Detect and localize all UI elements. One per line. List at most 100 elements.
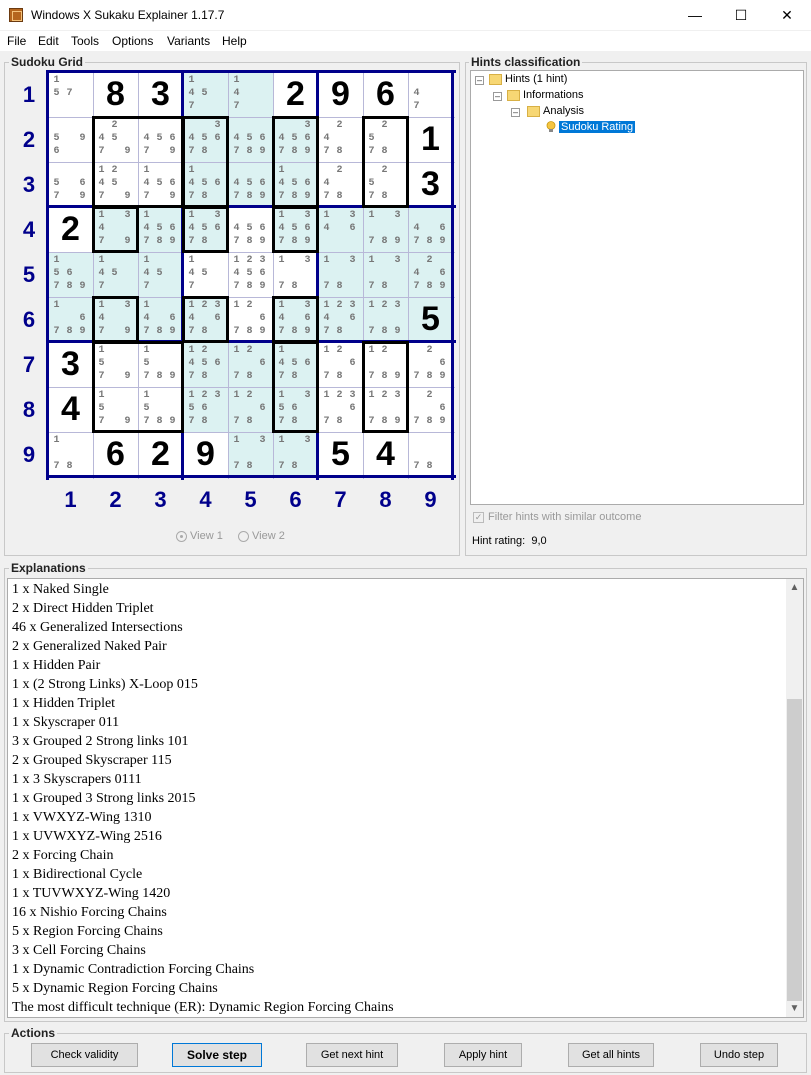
grid-cell[interactable]: 2 bbox=[138, 432, 183, 477]
grid-cell[interactable]: 126 78 bbox=[228, 342, 273, 387]
grid-cell[interactable]: 3 bbox=[408, 162, 453, 207]
grid-cell[interactable]: 24 78 bbox=[318, 117, 363, 162]
menu-options[interactable]: Options bbox=[112, 34, 153, 48]
grid-cell[interactable]: 1 3 78 bbox=[273, 432, 318, 477]
grid-cell[interactable]: 1 56789 bbox=[48, 252, 93, 297]
candidate-digit: 8 bbox=[246, 416, 253, 427]
sudoku-grid[interactable]: 1578314571472964759624579456793456784567… bbox=[46, 70, 456, 480]
grid-cell[interactable]: 12456 78 bbox=[183, 342, 228, 387]
maximize-icon[interactable]: ☐ bbox=[718, 0, 764, 30]
menu-help[interactable]: Help bbox=[222, 34, 247, 48]
candidate-digit: 1 bbox=[233, 255, 240, 266]
grid-cell[interactable]: 1 3 78 bbox=[228, 432, 273, 477]
grid-cell[interactable]: 126 78 bbox=[318, 342, 363, 387]
grid-cell[interactable]: 26 789 bbox=[408, 342, 453, 387]
view1-radio[interactable]: View 1 bbox=[176, 530, 223, 542]
grid-cell[interactable]: 6 bbox=[93, 432, 138, 477]
hints-tree[interactable]: – Hints (1 hint) – Informations – Analys… bbox=[470, 70, 804, 505]
grid-cell[interactable]: 456 789 bbox=[228, 117, 273, 162]
collapse-icon[interactable]: – bbox=[493, 92, 502, 101]
scroll-up-icon[interactable]: ▲ bbox=[786, 579, 803, 596]
solve-step-button[interactable]: Solve step bbox=[172, 1043, 262, 1067]
grid-cell[interactable]: 1 78 bbox=[48, 432, 93, 477]
minimize-icon[interactable]: — bbox=[672, 0, 718, 30]
apply-hint-button[interactable]: Apply hint bbox=[444, 1043, 522, 1067]
candidate-digit: 1 bbox=[98, 255, 105, 266]
collapse-icon[interactable]: – bbox=[475, 76, 484, 85]
grid-cell[interactable]: 456 789 bbox=[228, 162, 273, 207]
grid-cell[interactable]: 5 9 6 bbox=[48, 117, 93, 162]
grid-cell[interactable]: 24 78 bbox=[318, 162, 363, 207]
grid-cell[interactable]: 126 789 bbox=[228, 297, 273, 342]
grid-cell[interactable]: 5 bbox=[318, 432, 363, 477]
grid-cell[interactable]: 4 6 789 bbox=[408, 207, 453, 252]
candidate-digit: 1 bbox=[323, 390, 330, 401]
grid-cell[interactable]: 1 457 bbox=[183, 72, 228, 117]
scroll-down-icon[interactable]: ▼ bbox=[786, 1000, 803, 1017]
grid-cell[interactable]: 1 457 bbox=[93, 252, 138, 297]
tree-node-sudoku-rating[interactable]: Sudoku Rating bbox=[546, 121, 636, 133]
grid-cell[interactable]: 5 bbox=[408, 297, 453, 342]
grid-cell[interactable]: 123 789 bbox=[363, 297, 408, 342]
grid-cell[interactable]: 1 457 bbox=[138, 252, 183, 297]
menu-tools[interactable]: Tools bbox=[71, 34, 99, 48]
get-next-hint-button[interactable]: Get next hint bbox=[306, 1043, 398, 1067]
grid-cell[interactable]: 1 456 789 bbox=[138, 207, 183, 252]
candidate-digit: 4 bbox=[98, 268, 105, 279]
explanations-text[interactable]: ▲ ▼ 1 x Naked Single 2 x Direct Hidden Tr… bbox=[7, 578, 804, 1018]
view1-label: View 1 bbox=[190, 530, 223, 542]
close-icon[interactable]: ✕ bbox=[764, 0, 810, 30]
grid-cell[interactable]: 8 bbox=[93, 72, 138, 117]
get-all-hints-button[interactable]: Get all hints bbox=[568, 1043, 654, 1067]
scroll-thumb[interactable] bbox=[787, 699, 802, 1001]
grid-cell[interactable]: 1 4 6 789 bbox=[138, 297, 183, 342]
grid-cell[interactable]: 9 bbox=[318, 72, 363, 117]
grid-cell[interactable]: 24 6 789 bbox=[408, 252, 453, 297]
candidate-digit: 4 bbox=[143, 268, 150, 279]
grid-cell[interactable]: 9 bbox=[183, 432, 228, 477]
menu-file[interactable]: File bbox=[7, 34, 26, 48]
grid-cell[interactable]: 1 bbox=[408, 117, 453, 162]
view2-radio[interactable]: View 2 bbox=[238, 530, 285, 542]
grid-cell[interactable]: 4 bbox=[48, 387, 93, 432]
grid-cell[interactable]: 78 bbox=[408, 432, 453, 477]
grid-cell[interactable]: 3 bbox=[138, 72, 183, 117]
check-validity-button[interactable]: Check validity bbox=[31, 1043, 138, 1067]
grid-cell[interactable]: 47 bbox=[408, 72, 453, 117]
grid-cell[interactable]: 2 bbox=[48, 207, 93, 252]
candidate-digit: 6 bbox=[349, 223, 356, 234]
vertical-scrollbar[interactable]: ▲ ▼ bbox=[786, 579, 803, 1017]
candidate-digit: 4 bbox=[143, 223, 150, 234]
grid-cell[interactable]: 123 5678 bbox=[183, 387, 228, 432]
grid-cell[interactable]: 2 bbox=[273, 72, 318, 117]
grid-cell[interactable]: 1 3 78 bbox=[273, 252, 318, 297]
grid-cell[interactable]: 4 bbox=[363, 432, 408, 477]
grid-cell[interactable]: 1 6 789 bbox=[48, 297, 93, 342]
filter-checkbox[interactable]: ✓ Filter hints with similar outcome bbox=[473, 511, 641, 523]
tree-node-informations[interactable]: Informations bbox=[507, 89, 584, 101]
grid-cell[interactable]: 126 78 bbox=[228, 387, 273, 432]
grid-cell[interactable]: 5 6 7 9 bbox=[48, 162, 93, 207]
box-border bbox=[46, 70, 49, 480]
menu-edit[interactable]: Edit bbox=[38, 34, 59, 48]
grid-cell[interactable]: 1 3 789 bbox=[363, 207, 408, 252]
grid-cell[interactable]: 123 4 6 78 bbox=[318, 297, 363, 342]
grid-cell[interactable]: 3 bbox=[48, 342, 93, 387]
grid-cell[interactable]: 1 3 78 bbox=[318, 252, 363, 297]
menu-variants[interactable]: Variants bbox=[167, 34, 210, 48]
grid-cell[interactable]: 26 789 bbox=[408, 387, 453, 432]
grid-cell[interactable]: 1 57 bbox=[48, 72, 93, 117]
tree-node-hints[interactable]: Hints (1 hint) bbox=[489, 73, 567, 85]
grid-cell[interactable]: 1 4 7 bbox=[228, 72, 273, 117]
grid-cell[interactable]: 123 456 789 bbox=[228, 252, 273, 297]
tree-node-analysis[interactable]: Analysis bbox=[527, 105, 584, 117]
grid-cell[interactable]: 123 6 78 bbox=[318, 387, 363, 432]
grid-cell[interactable]: 6 bbox=[363, 72, 408, 117]
grid-cell[interactable]: 1 3 78 bbox=[363, 252, 408, 297]
collapse-icon[interactable]: – bbox=[511, 108, 520, 117]
grid-cell[interactable]: 1 3 4 6 bbox=[318, 207, 363, 252]
grid-cell[interactable]: 456 789 bbox=[228, 207, 273, 252]
candidate-digit: 7 bbox=[278, 281, 285, 292]
grid-cell[interactable]: 1 457 bbox=[183, 252, 228, 297]
undo-step-button[interactable]: Undo step bbox=[700, 1043, 778, 1067]
